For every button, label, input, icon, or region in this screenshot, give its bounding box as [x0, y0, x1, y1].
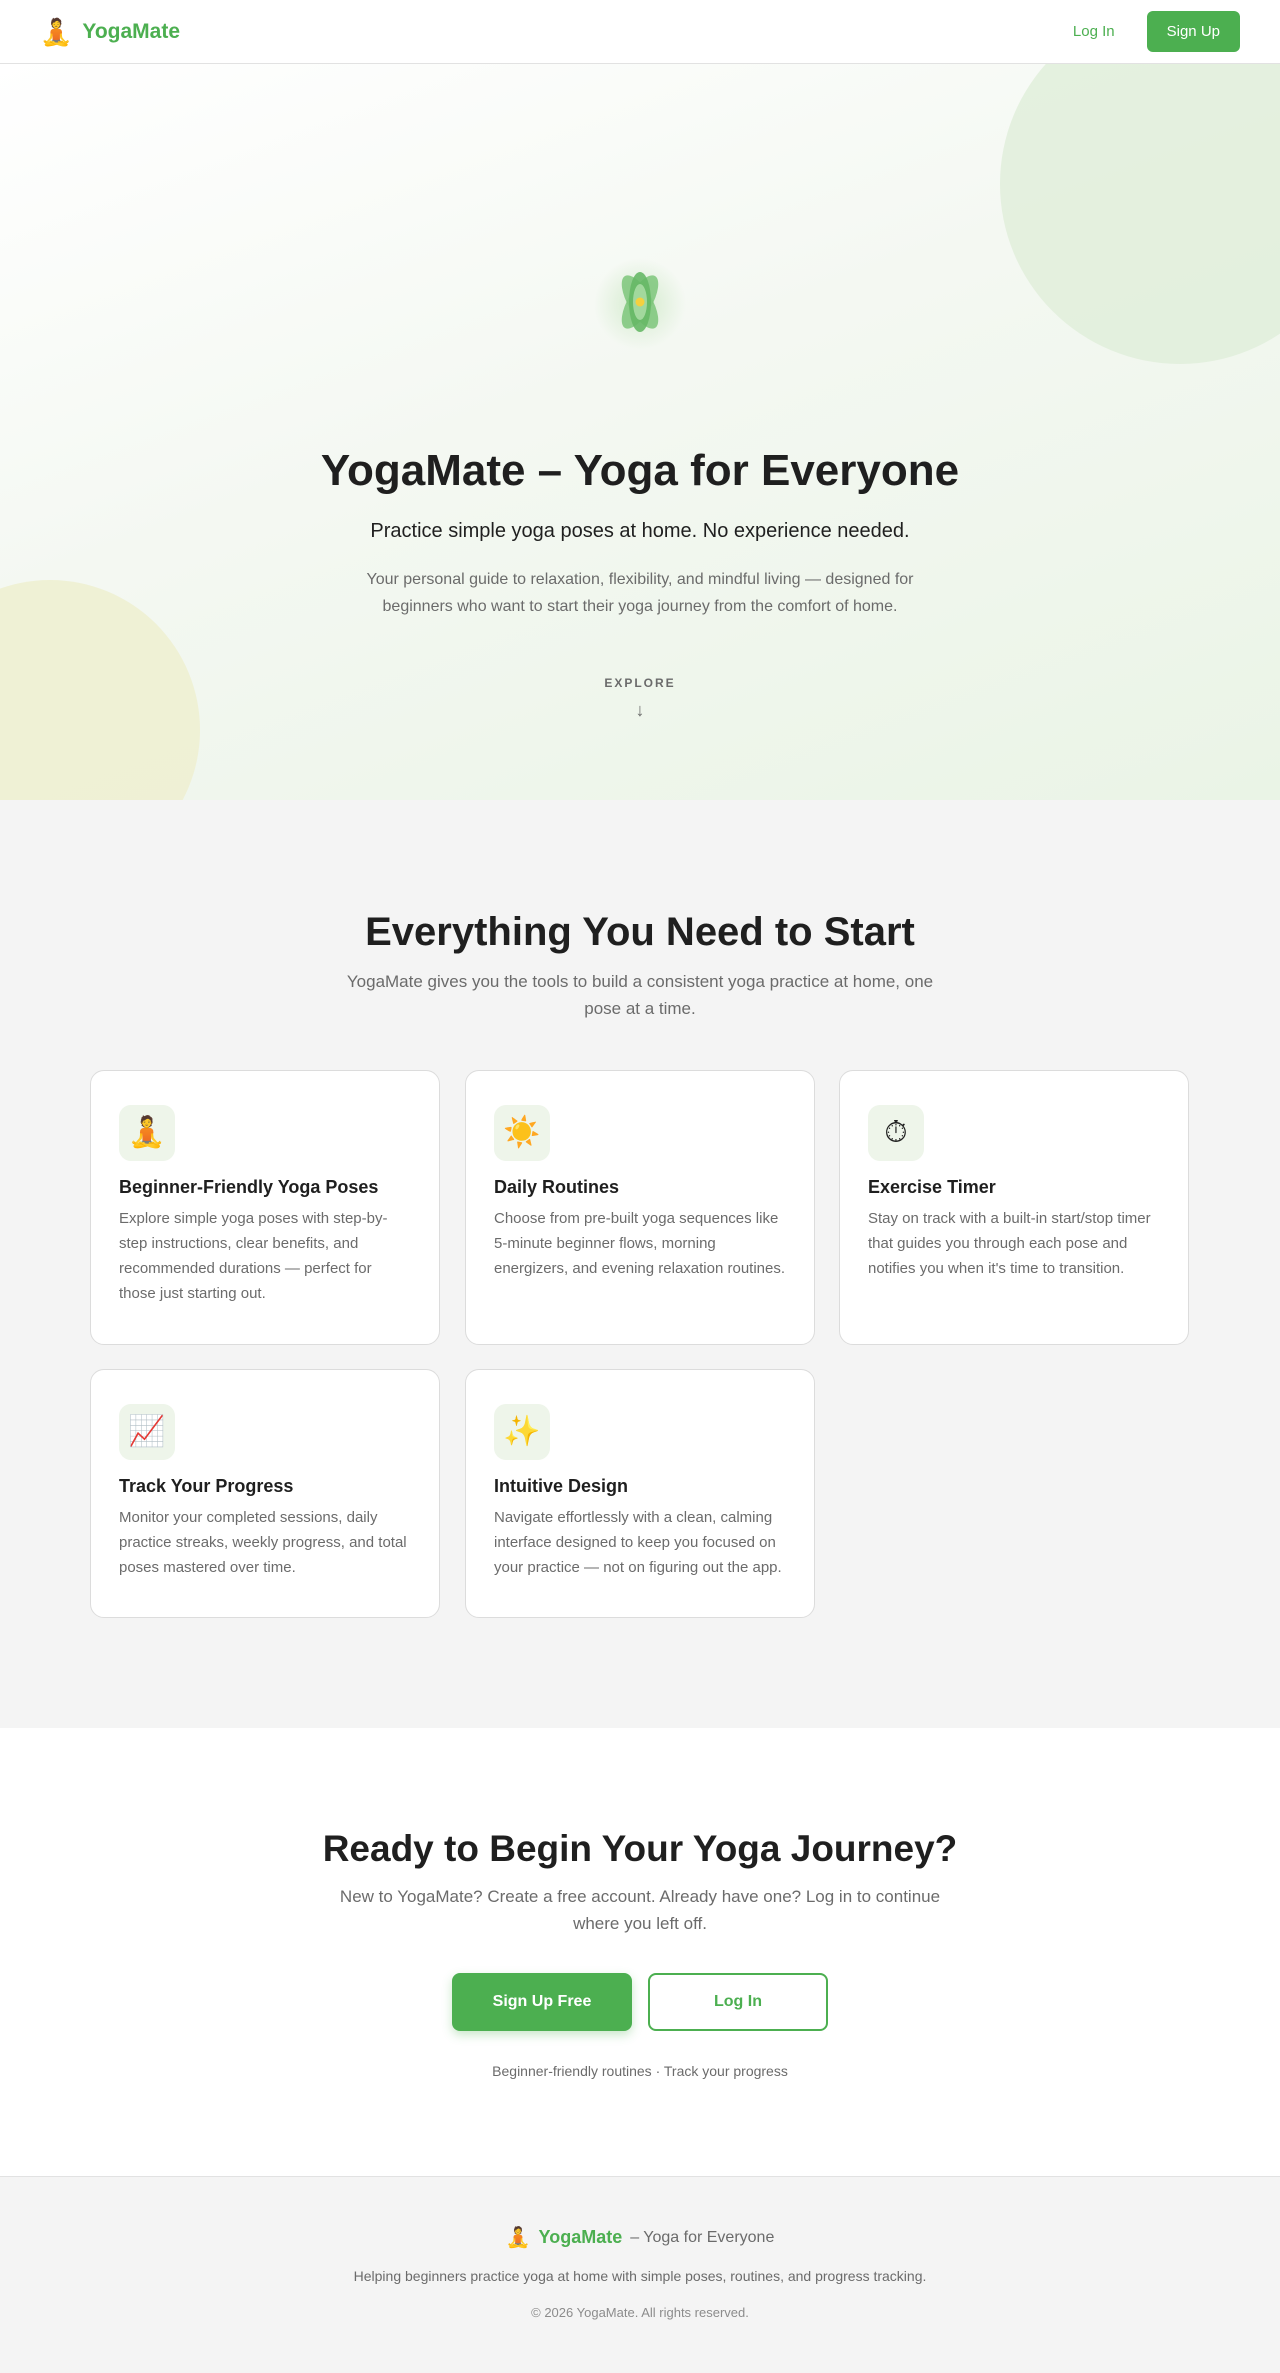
feature-card-title: Exercise Timer — [868, 1177, 996, 1197]
feature-card-title: Beginner-Friendly Yoga Poses — [119, 1177, 379, 1197]
chart-increasing-icon: 📈 — [119, 1404, 175, 1460]
brand-name: YogaMate — [82, 19, 181, 43]
feature-card-text: Choose from pre-built yoga sequences lik… — [494, 1210, 786, 1277]
signup-free-button[interactable]: Sign Up Free — [452, 1973, 632, 2031]
header-nav: Log In Sign Up — [1057, 11, 1240, 52]
meditation-icon: 🧘 — [40, 16, 73, 47]
header-signup-button[interactable]: Sign Up — [1146, 11, 1240, 52]
footer-tagline: – Yoga for Everyone — [630, 2228, 775, 2246]
brand-logo-link[interactable]: 🧘 YogaMate — [40, 19, 180, 45]
feature-card-exercise-timer: ⏱ Exercise Timer Stay on track with a bu… — [839, 1070, 1189, 1345]
header-login-link[interactable]: Log In — [1057, 13, 1131, 50]
feature-card-title: Daily Routines — [494, 1177, 620, 1197]
feature-card-text: Explore simple yoga poses with step-by-s… — [119, 1210, 388, 1302]
feature-card-track-progress: 📈 Track Your Progress Monitor your compl… — [90, 1369, 440, 1618]
sparkles-icon: ✨ — [494, 1404, 550, 1460]
footer-brand: 🧘 YogaMate – Yoga for Everyone — [0, 2225, 1280, 2250]
hero-title: YogaMate – Yoga for Everyone — [320, 446, 960, 495]
hero-subtitle: Practice simple yoga poses at home. No e… — [370, 520, 910, 542]
features-section: Everything You Need to Start YogaMate gi… — [0, 800, 1280, 1728]
hero-description: Your personal guide to relaxation, flexi… — [366, 571, 914, 615]
cta-note: Beginner-friendly routines · Track your … — [492, 2063, 788, 2079]
features-description: YogaMate gives you the tools to build a … — [346, 972, 934, 1018]
decorative-circle-bottom — [0, 580, 200, 800]
feature-card-yoga-poses: 🧘 Beginner-Friendly Yoga Poses Explore s… — [90, 1070, 440, 1345]
footer-copyright: © 2026 YogaMate. All rights reserved. — [531, 2305, 749, 2320]
feature-card-text: Stay on track with a built-in start/stop… — [868, 1210, 1151, 1277]
explore-link[interactable]: EXPLORE — [0, 676, 1280, 690]
site-footer: 🧘 YogaMate – Yoga for Everyone Helping b… — [0, 2176, 1280, 2373]
hero-section: YogaMate – Yoga for Everyone Practice si… — [0, 64, 1280, 800]
arrow-down-icon[interactable]: ↓ — [0, 700, 1280, 721]
stopwatch-icon: ⏱ — [868, 1105, 924, 1161]
cta-description: New to YogaMate? Create a free account. … — [339, 1887, 941, 1933]
meditation-icon: 🧘 — [119, 1105, 175, 1161]
lotus-icon — [594, 258, 686, 350]
feature-card-text: Navigate effortlessly with a clean, calm… — [494, 1509, 782, 1576]
decorative-circle-top — [1000, 64, 1280, 364]
cta-section: Ready to Begin Your Yoga Journey? New to… — [0, 1728, 1280, 2176]
cta-buttons: Sign Up Free Log In — [0, 1973, 1280, 2031]
feature-card-title: Track Your Progress — [119, 1476, 294, 1496]
meditation-icon: 🧘 — [505, 2227, 531, 2249]
feature-card-text: Monitor your completed sessions, daily p… — [119, 1509, 407, 1576]
features-title: Everything You Need to Start — [365, 910, 915, 954]
feature-card-daily-routines: ☀️ Daily Routines Choose from pre-built … — [465, 1070, 815, 1345]
cta-login-button[interactable]: Log In — [648, 1973, 828, 2031]
feature-card-title: Intuitive Design — [494, 1476, 629, 1496]
footer-description: Helping beginners practice yoga at home … — [353, 2268, 927, 2284]
site-header: 🧘 YogaMate Log In Sign Up — [0, 0, 1280, 64]
cta-title: Ready to Begin Your Yoga Journey? — [322, 1828, 958, 1869]
feature-card-intuitive-design: ✨ Intuitive Design Navigate effortlessly… — [465, 1369, 815, 1618]
sun-icon: ☀️ — [494, 1105, 550, 1161]
footer-brand-name: YogaMate — [538, 2227, 623, 2247]
